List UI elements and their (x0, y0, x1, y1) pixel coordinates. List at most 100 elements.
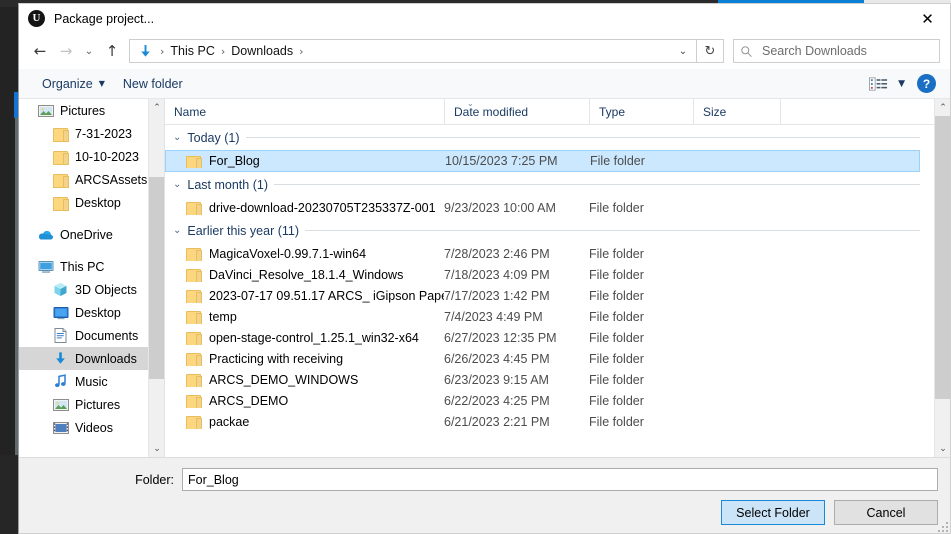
file-name-cell[interactable]: ARCS_DEMO_WINDOWS (165, 373, 444, 387)
up-icon[interactable]: ↑ (99, 38, 125, 64)
folder-icon (52, 194, 69, 211)
search-box[interactable] (733, 39, 940, 63)
column-header-label: Type (599, 104, 626, 119)
address-bar[interactable]: › This PC › Downloads › ⌄ (129, 39, 697, 63)
file-name-cell[interactable]: Practicing with receiving (165, 352, 444, 366)
file-name-cell[interactable]: MagicaVoxel-0.99.7.1-win64 (165, 247, 444, 261)
file-name-label: open-stage-control_1.25.1_win32-x64 (209, 330, 419, 345)
sidebar-scrollbar[interactable]: ⌃ ⌄ (148, 99, 164, 457)
sidebar-item-pictures[interactable]: Pictures (19, 99, 164, 122)
folder-icon (186, 415, 202, 429)
chevron-down-icon[interactable]: ⌄ (173, 225, 181, 236)
column-header-date-modified[interactable]: Date modified ⌄ (444, 99, 589, 124)
documents-icon (52, 327, 69, 344)
sort-indicator-icon: ⌄ (467, 99, 474, 108)
pictures-icon (52, 396, 69, 413)
select-folder-button[interactable]: Select Folder (721, 500, 825, 525)
sidebar-item-downloads[interactable]: Downloads (19, 347, 164, 370)
help-icon[interactable]: ? (917, 74, 936, 93)
table-row[interactable]: temp 7/4/2023 4:49 PM File folder (165, 306, 934, 327)
scroll-up-icon[interactable]: ⌃ (935, 99, 950, 116)
sidebar-item-7-31-2023[interactable]: 7-31-2023 (19, 122, 164, 145)
scroll-down-icon[interactable]: ⌄ (935, 440, 950, 457)
sidebar-item-label: 7-31-2023 (75, 126, 132, 141)
table-row[interactable]: open-stage-control_1.25.1_win32-x64 6/27/… (165, 327, 934, 348)
file-type-cell: File folder (589, 351, 644, 366)
sidebar-item-this-pc[interactable]: This PC (19, 255, 164, 278)
table-row[interactable]: packae 6/21/2023 2:21 PM File folder (165, 411, 934, 432)
sidebar-item-10-10-2023[interactable]: 10-10-2023 (19, 145, 164, 168)
sidebar-item-arcsassets[interactable]: ARCSAssets (19, 168, 164, 191)
folder-icon (52, 125, 69, 142)
sidebar-item-3d-objects[interactable]: 3D Objects (19, 278, 164, 301)
file-name-label: 2023-07-17 09.51.17 ARCS_ iGipson Paper.… (209, 288, 444, 303)
column-header-size[interactable]: Size (693, 99, 780, 124)
scroll-up-icon[interactable]: ⌃ (149, 99, 164, 116)
sidebar-item-label: OneDrive (60, 227, 113, 242)
chevron-down-icon[interactable]: ⌄ (173, 179, 181, 190)
forward-icon[interactable]: → (53, 38, 79, 64)
table-row[interactable]: 2023-07-17 09.51.17 ARCS_ iGipson Paper.… (165, 285, 934, 306)
file-name-label: packae (209, 414, 250, 429)
chevron-down-icon: ▼ (98, 79, 105, 88)
chevron-down-icon[interactable]: ⌄ (173, 132, 181, 143)
file-name-cell[interactable]: drive-download-20230705T235337Z-001 (165, 201, 444, 215)
table-row[interactable]: DaVinci_Resolve_18.1.4_Windows 7/18/2023 … (165, 264, 934, 285)
table-row[interactable]: drive-download-20230705T235337Z-001 9/23/… (165, 197, 934, 218)
sidebar-item-videos[interactable]: Videos (19, 416, 164, 439)
file-name-cell[interactable]: temp (165, 310, 444, 324)
folder-icon (186, 373, 202, 387)
sidebar-scrollbar-thumb[interactable] (149, 177, 164, 379)
breadcrumb-separator[interactable]: › (296, 45, 306, 58)
column-header-type[interactable]: Type (589, 99, 693, 124)
file-name-cell[interactable]: ARCS_DEMO (165, 394, 444, 408)
close-icon[interactable]: ✕ (905, 4, 950, 33)
table-row[interactable]: MagicaVoxel-0.99.7.1-win64 7/28/2023 2:46… (165, 243, 934, 264)
sidebar-item-music[interactable]: Music (19, 370, 164, 393)
resize-grip[interactable] (936, 520, 948, 532)
sidebar-item-documents[interactable]: Documents (19, 324, 164, 347)
sidebar-item-pictures[interactable]: Pictures (19, 393, 164, 416)
view-layout-icon[interactable] (869, 76, 888, 91)
file-name-cell[interactable]: packae (165, 415, 444, 429)
table-row[interactable]: For_Blog 10/15/2023 7:25 PM File folder (165, 150, 920, 172)
chevron-down-icon[interactable]: ▼ (898, 79, 905, 89)
folder-icon (52, 171, 69, 188)
file-name-cell[interactable]: open-stage-control_1.25.1_win32-x64 (165, 331, 444, 345)
group-divider (273, 184, 920, 185)
sidebar-item-onedrive[interactable]: OneDrive (19, 223, 164, 246)
refresh-icon[interactable]: ↻ (697, 39, 724, 63)
recent-locations-icon[interactable]: ⌄ (79, 38, 99, 64)
chevron-down-icon[interactable]: ⌄ (674, 40, 692, 62)
file-name-cell[interactable]: DaVinci_Resolve_18.1.4_Windows (165, 268, 444, 282)
file-name-cell[interactable]: For_Blog (166, 154, 445, 168)
sidebar-item-desktop[interactable]: Desktop (19, 191, 164, 214)
search-input[interactable] (760, 43, 933, 59)
folder-input[interactable] (182, 468, 938, 491)
file-type-cell: File folder (589, 200, 644, 215)
back-icon[interactable]: ← (27, 38, 53, 64)
breadcrumb-this-pc[interactable]: This PC (167, 44, 217, 58)
file-group-header[interactable]: ⌄ Last month (1) (165, 172, 934, 197)
scroll-down-icon[interactable]: ⌄ (149, 440, 164, 457)
file-name-cell[interactable]: 2023-07-17 09.51.17 ARCS_ iGipson Paper.… (165, 289, 444, 303)
file-type-cell: File folder (589, 414, 644, 429)
folder-icon (186, 289, 202, 303)
file-list-scrollbar[interactable]: ⌃ ⌄ (934, 99, 950, 457)
file-group-header[interactable]: ⌄ Today (1) (165, 125, 934, 150)
sidebar-item-desktop[interactable]: Desktop (19, 301, 164, 324)
column-header-blank[interactable] (780, 99, 936, 124)
organize-button[interactable]: Organize ▼ (33, 74, 114, 94)
folder-picker-dialog: U Package project... ✕ ← → ⌄ ↑ › This PC… (18, 3, 951, 534)
new-folder-button[interactable]: New folder (114, 74, 192, 94)
file-list-scrollbar-thumb[interactable] (935, 116, 950, 399)
cancel-button[interactable]: Cancel (834, 500, 938, 525)
table-row[interactable]: ARCS_DEMO_WINDOWS 6/23/2023 9:15 AM File f… (165, 369, 934, 390)
table-row[interactable]: ARCS_DEMO 6/22/2023 4:25 PM File folder (165, 390, 934, 411)
column-header-name[interactable]: Name (165, 99, 444, 124)
sidebar-item-label: Music (75, 374, 108, 389)
table-row[interactable]: Practicing with receiving 6/26/2023 4:45 … (165, 348, 934, 369)
breadcrumb-downloads[interactable]: Downloads (228, 44, 296, 58)
file-group-header[interactable]: ⌄ Earlier this year (11) (165, 218, 934, 243)
file-type-cell: File folder (589, 246, 644, 261)
